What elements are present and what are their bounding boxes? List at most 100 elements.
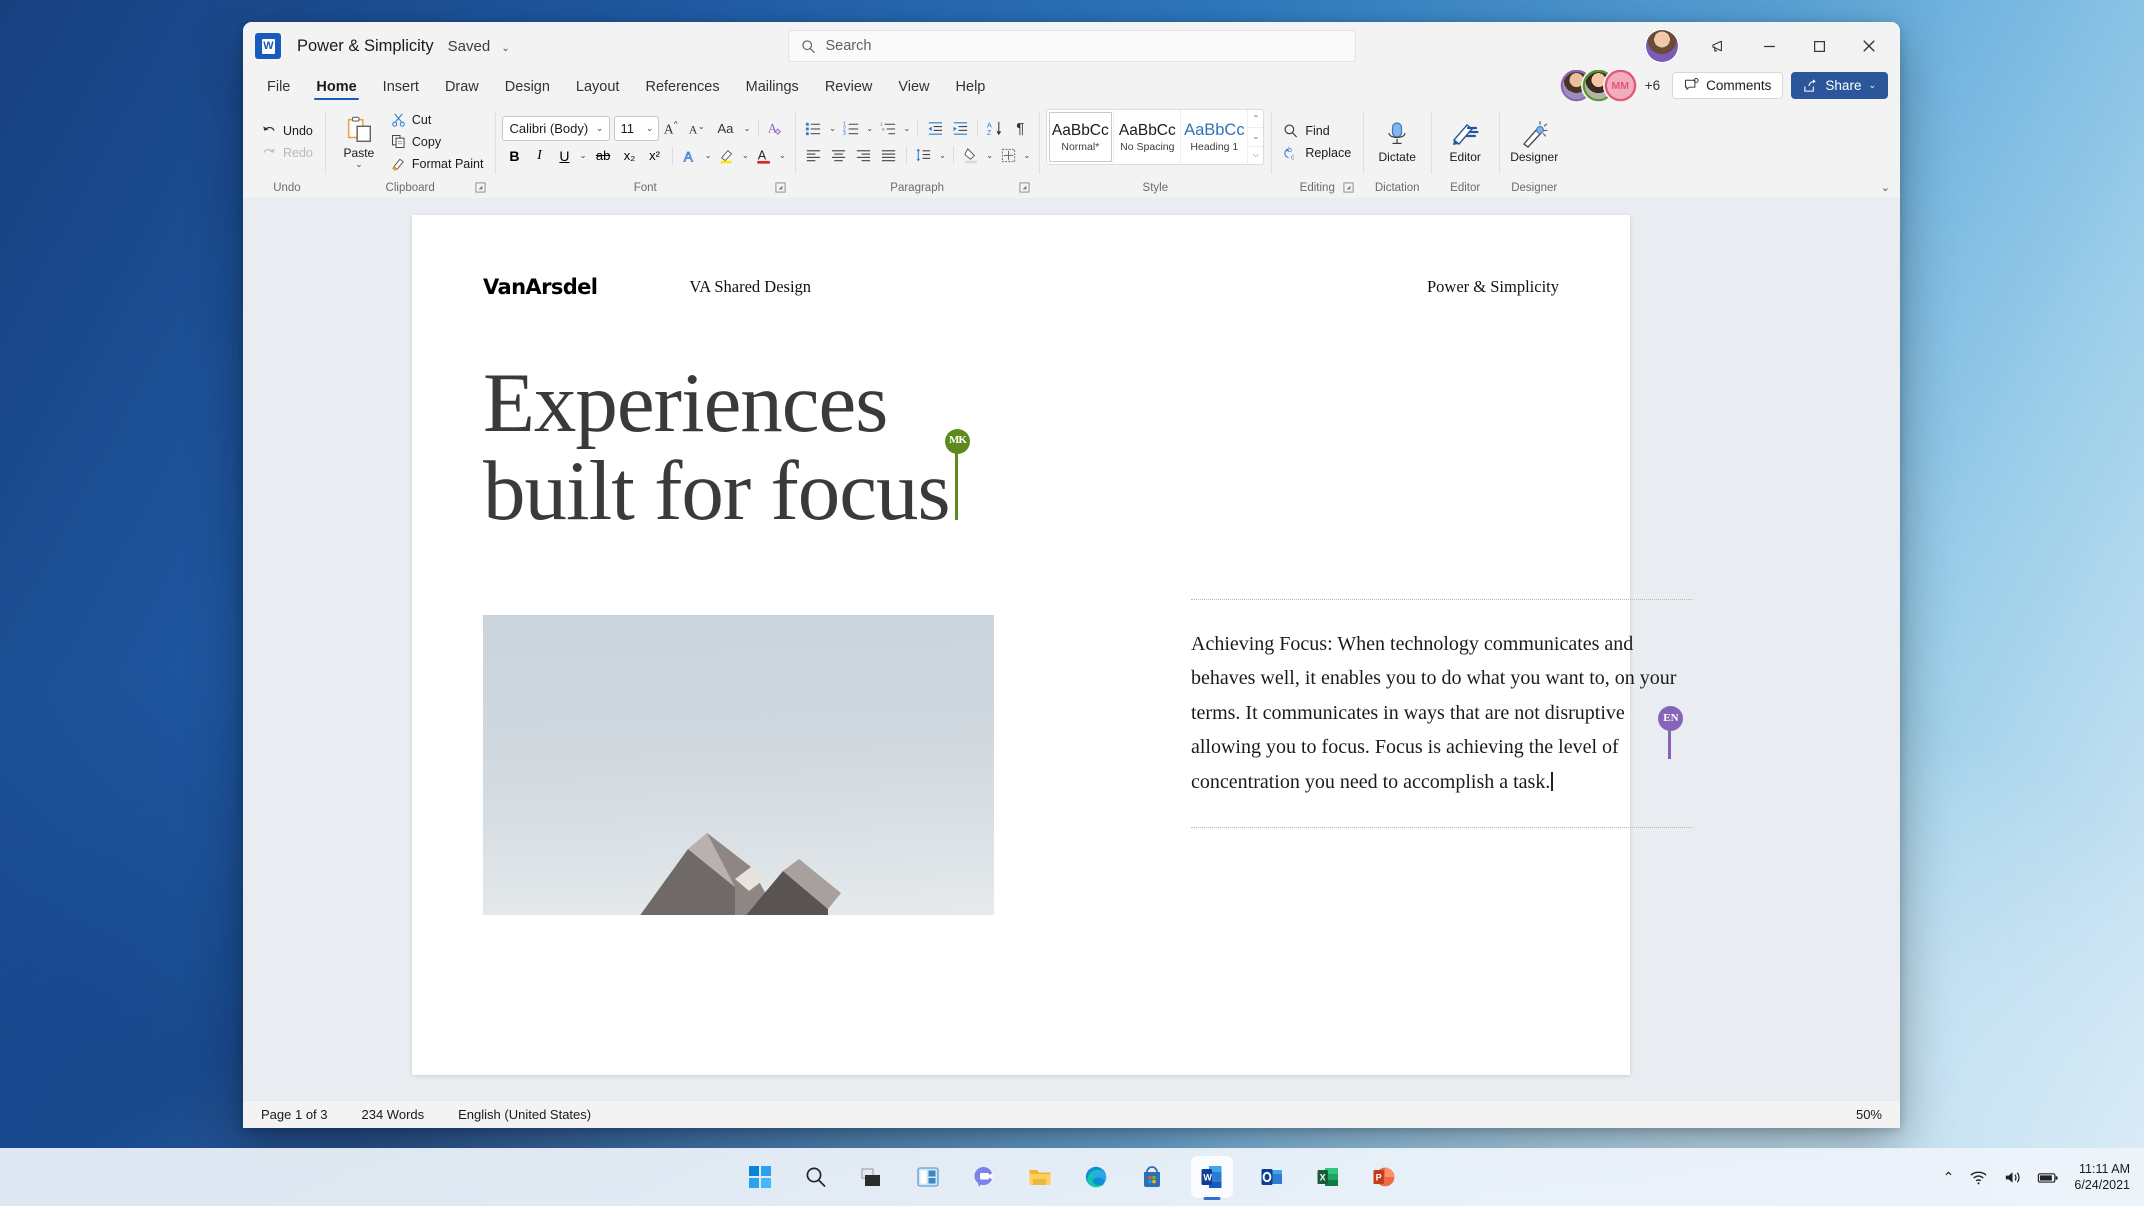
clear-formatting-button[interactable]: A bbox=[764, 116, 788, 140]
chevron-down-icon[interactable]: ⌄ bbox=[577, 150, 588, 161]
word-button[interactable]: W bbox=[1191, 1156, 1233, 1198]
document-page[interactable]: VanArsdel VA Shared Design Power & Simpl… bbox=[412, 215, 1693, 1075]
text-effects-button[interactable]: A bbox=[678, 144, 702, 168]
page-indicator[interactable]: Page 1 of 3 bbox=[261, 1107, 328, 1122]
borders-button[interactable] bbox=[996, 143, 1020, 167]
notifications-button[interactable] bbox=[1696, 23, 1742, 69]
wifi-icon[interactable] bbox=[1969, 1168, 1988, 1187]
undo-button[interactable]: Undo bbox=[256, 120, 318, 141]
replace-button[interactable]: b c Replace bbox=[1278, 142, 1356, 163]
cut-button[interactable]: Cut bbox=[386, 109, 489, 130]
numbering-button[interactable]: 1 2 3 bbox=[839, 116, 863, 140]
copy-button[interactable]: Copy bbox=[386, 131, 489, 152]
style-card-no-spacing[interactable]: AaBbCc No Spacing bbox=[1114, 110, 1182, 164]
change-case-button[interactable]: Aa bbox=[710, 116, 740, 140]
chevron-down-icon[interactable]: ⌄ bbox=[984, 150, 995, 161]
tab-home[interactable]: Home bbox=[304, 76, 368, 102]
volume-icon[interactable] bbox=[2003, 1168, 2022, 1187]
align-right-button[interactable] bbox=[852, 143, 876, 167]
tray-overflow-button[interactable]: ⌃ bbox=[1943, 1169, 1955, 1186]
account-avatar[interactable] bbox=[1644, 28, 1680, 64]
tab-design[interactable]: Design bbox=[493, 76, 562, 102]
widgets-button[interactable] bbox=[911, 1160, 945, 1194]
tab-insert[interactable]: Insert bbox=[371, 76, 431, 102]
superscript-button[interactable]: x² bbox=[643, 144, 667, 168]
format-painter-button[interactable]: Format Paint bbox=[386, 153, 489, 174]
tab-layout[interactable]: Layout bbox=[564, 76, 632, 102]
clock[interactable]: 11:11 AM 6/24/2021 bbox=[2074, 1161, 2130, 1194]
maximize-button[interactable] bbox=[1796, 23, 1842, 69]
bullets-button[interactable] bbox=[802, 116, 826, 140]
tab-draw[interactable]: Draw bbox=[433, 76, 491, 102]
chevron-down-icon[interactable]: ⌄ bbox=[937, 150, 948, 161]
save-status-button[interactable]: Saved ⌄ bbox=[448, 38, 510, 55]
collaborator-avatar-mm[interactable]: MM bbox=[1606, 72, 1634, 99]
font-color-button[interactable]: A bbox=[752, 144, 776, 168]
justify-button[interactable] bbox=[877, 143, 901, 167]
highlight-button[interactable] bbox=[715, 144, 739, 168]
shrink-font-button[interactable]: A ⌄ bbox=[685, 116, 709, 140]
chevron-down-icon[interactable]: ⌄ bbox=[1021, 150, 1032, 161]
document-canvas[interactable]: VanArsdel VA Shared Design Power & Simpl… bbox=[243, 198, 1900, 1100]
outlook-button[interactable] bbox=[1255, 1160, 1289, 1194]
dialog-launcher-icon[interactable] bbox=[475, 182, 486, 193]
editor-button[interactable]: Editor bbox=[1438, 117, 1492, 166]
chevron-down-icon[interactable]: ⌄ bbox=[827, 123, 838, 134]
task-view-button[interactable] bbox=[855, 1160, 889, 1194]
share-button[interactable]: Share ⌄ bbox=[1791, 72, 1888, 99]
document-headline[interactable]: Experiences built for focus MK bbox=[483, 359, 1243, 535]
style-scroll-down-button[interactable]: ⌄ bbox=[1248, 128, 1264, 147]
powerpoint-button[interactable]: P bbox=[1367, 1160, 1401, 1194]
increase-indent-button[interactable] bbox=[948, 116, 972, 140]
chevron-down-icon[interactable]: ⌄ bbox=[864, 123, 875, 134]
chevron-down-icon[interactable]: ⌄ bbox=[777, 150, 788, 161]
word-count[interactable]: 234 Words bbox=[362, 1107, 425, 1122]
style-gallery-more-button[interactable]: ⌵ bbox=[1248, 147, 1263, 164]
chevron-down-icon[interactable]: ⌄ bbox=[741, 123, 752, 134]
sort-button[interactable]: A Z bbox=[983, 116, 1007, 140]
teams-chat-button[interactable] bbox=[967, 1160, 1001, 1194]
collaborator-overflow-count[interactable]: +6 bbox=[1645, 78, 1660, 93]
multilevel-list-button[interactable]: 1 a bbox=[876, 116, 900, 140]
strikethrough-button[interactable]: ab bbox=[590, 144, 617, 168]
tab-references[interactable]: References bbox=[633, 76, 731, 102]
edge-button[interactable] bbox=[1079, 1160, 1113, 1194]
language-indicator[interactable]: English (United States) bbox=[458, 1107, 591, 1122]
store-button[interactable] bbox=[1135, 1160, 1169, 1194]
start-button[interactable] bbox=[743, 1160, 777, 1194]
align-center-button[interactable] bbox=[827, 143, 851, 167]
tab-mailings[interactable]: Mailings bbox=[734, 76, 811, 102]
zoom-level[interactable]: 50% bbox=[1856, 1107, 1882, 1122]
battery-icon[interactable] bbox=[2037, 1168, 2059, 1187]
tab-review[interactable]: Review bbox=[813, 76, 885, 102]
style-scroll-up-button[interactable]: ⌃ bbox=[1248, 110, 1264, 129]
chevron-down-icon[interactable]: ⌄ bbox=[703, 150, 714, 161]
file-explorer-button[interactable] bbox=[1023, 1160, 1057, 1194]
designer-button[interactable]: Designer bbox=[1506, 117, 1562, 166]
search-button[interactable] bbox=[799, 1160, 833, 1194]
bold-button[interactable]: B bbox=[502, 144, 526, 168]
tab-file[interactable]: File bbox=[255, 76, 302, 102]
underline-button[interactable]: U bbox=[552, 144, 576, 168]
search-box[interactable] bbox=[787, 30, 1356, 62]
tab-help[interactable]: Help bbox=[944, 76, 998, 102]
line-spacing-button[interactable] bbox=[912, 143, 936, 167]
font-size-combobox[interactable]: 11 ⌄ bbox=[614, 115, 660, 141]
excel-button[interactable]: X bbox=[1311, 1160, 1345, 1194]
comments-button[interactable]: Comments bbox=[1672, 72, 1784, 99]
dialog-launcher-icon[interactable] bbox=[1019, 182, 1030, 193]
search-input[interactable] bbox=[825, 38, 1343, 54]
grow-font-button[interactable]: A ^ bbox=[660, 116, 684, 140]
style-card-heading-1[interactable]: AaBbCc Heading 1 bbox=[1181, 110, 1249, 164]
dialog-launcher-icon[interactable] bbox=[775, 182, 786, 193]
shading-button[interactable] bbox=[959, 143, 983, 167]
chevron-down-icon[interactable]: ⌄ bbox=[740, 150, 751, 161]
collapse-ribbon-button[interactable]: ⌄ bbox=[1881, 181, 1890, 194]
close-button[interactable] bbox=[1846, 23, 1892, 69]
paste-button[interactable]: Paste ⌄ bbox=[332, 113, 386, 170]
redo-button[interactable]: Redo bbox=[256, 142, 318, 163]
document-image[interactable] bbox=[483, 615, 994, 915]
align-left-button[interactable] bbox=[802, 143, 826, 167]
dictate-button[interactable]: Dictate bbox=[1370, 117, 1424, 166]
find-button[interactable]: Find bbox=[1278, 120, 1356, 141]
